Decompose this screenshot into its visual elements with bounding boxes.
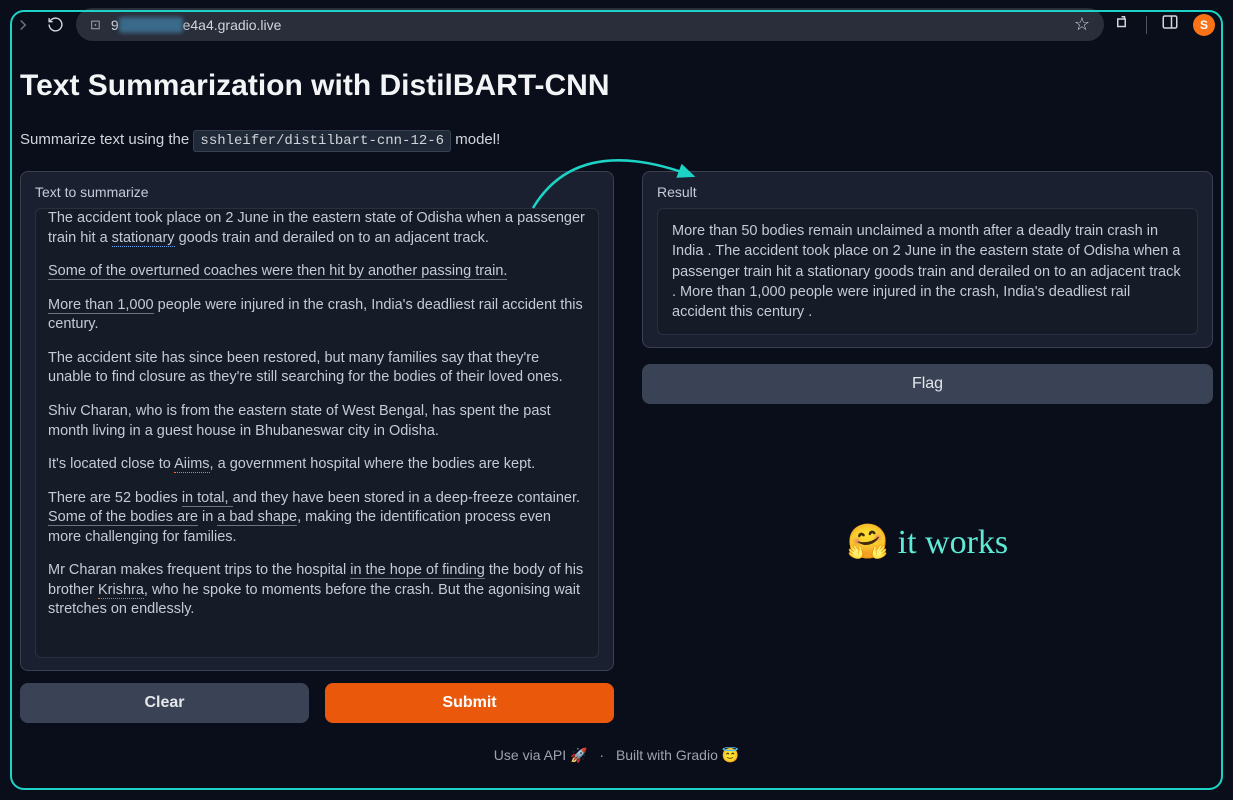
result-text: More than 50 bodies remain unclaimed a m…	[657, 208, 1198, 335]
profile-avatar[interactable]: S	[1193, 14, 1215, 36]
bookmark-icon[interactable]: ☆	[1074, 14, 1090, 35]
url-text: 9 e4a4.gradio.live	[111, 17, 282, 33]
side-panel-icon[interactable]	[1161, 13, 1179, 36]
api-link[interactable]: Use via API 🚀	[494, 747, 588, 763]
gradio-link[interactable]: Built with Gradio 😇	[616, 747, 739, 763]
annotation-text: 🤗 it works	[642, 522, 1213, 562]
output-label: Result	[657, 184, 1198, 200]
browser-chrome: ⊡ 9 e4a4.gradio.live ☆ S	[0, 0, 1233, 49]
output-panel: Result More than 50 bodies remain unclai…	[642, 171, 1213, 348]
forward-icon[interactable]	[12, 14, 34, 36]
page-subtitle: Summarize text using the sshleifer/disti…	[20, 131, 1213, 149]
input-label: Text to summarize	[35, 184, 599, 200]
footer: Use via API 🚀 · Built with Gradio 😇	[20, 747, 1213, 764]
flag-button[interactable]: Flag	[642, 364, 1213, 404]
app-content: Text Summarization with DistilBART-CNN S…	[0, 49, 1233, 774]
text-input[interactable]: The accident took place on 2 June in the…	[35, 208, 599, 658]
clear-button[interactable]: Clear	[20, 683, 309, 723]
model-name-code: sshleifer/distilbart-cnn-12-6	[193, 130, 451, 152]
submit-button[interactable]: Submit	[325, 683, 614, 723]
extensions-icon[interactable]	[1114, 13, 1132, 36]
site-info-icon[interactable]: ⊡	[90, 17, 101, 33]
input-panel: Text to summarize The accident took plac…	[20, 171, 614, 671]
page-title: Text Summarization with DistilBART-CNN	[20, 69, 1213, 103]
reload-icon[interactable]	[44, 14, 66, 36]
divider	[1146, 16, 1147, 34]
url-bar[interactable]: ⊡ 9 e4a4.gradio.live ☆	[76, 8, 1104, 41]
